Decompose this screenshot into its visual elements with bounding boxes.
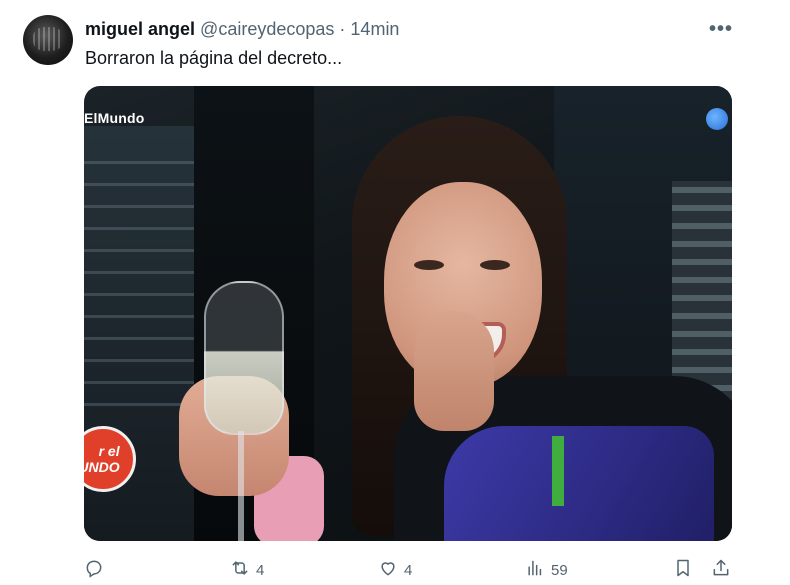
heart-icon — [378, 558, 398, 582]
person-eye — [414, 260, 444, 270]
tweet-header: miguel angel @caireydecopas · 14min — [85, 18, 399, 40]
jacket-stripe — [552, 436, 564, 506]
avatar[interactable] — [23, 15, 73, 65]
separator-dot: · — [339, 19, 346, 39]
bookmark-icon — [673, 558, 693, 582]
share-icon — [711, 558, 731, 582]
person-eye — [480, 260, 510, 270]
person-jacket — [444, 426, 714, 541]
author-name[interactable]: miguel angel — [85, 19, 195, 39]
more-options-icon[interactable]: ••• — [708, 18, 734, 40]
views-button[interactable]: 59 — [525, 558, 568, 582]
reply-button[interactable] — [84, 558, 110, 582]
corner-logo-icon — [706, 108, 728, 130]
share-button[interactable] — [711, 558, 731, 582]
bookmark-button[interactable] — [673, 558, 693, 582]
tweet-time[interactable]: 14min — [350, 19, 399, 39]
author-handle[interactable]: @caireydecopas — [200, 19, 334, 39]
like-button[interactable]: 4 — [378, 558, 412, 582]
person-hand — [414, 311, 494, 431]
city-lights — [84, 146, 194, 406]
retweet-count: 4 — [256, 561, 265, 579]
reply-icon — [84, 558, 104, 582]
wine-glass — [204, 281, 284, 435]
views-icon — [525, 558, 545, 582]
retweet-icon — [230, 558, 250, 582]
tweet[interactable]: miguel angel @caireydecopas · 14min ••• … — [0, 0, 760, 585]
retweet-button[interactable]: 4 — [230, 558, 264, 582]
tweet-actions: 4 4 59 — [84, 558, 734, 582]
like-count: 4 — [404, 561, 413, 579]
channel-logo: ElMundo — [84, 110, 145, 126]
program-logo-text: r el UNDO — [84, 443, 120, 475]
wine-glass-stem — [238, 431, 244, 541]
tweet-text: Borraron la página del decreto... — [85, 48, 343, 68]
views-count: 59 — [551, 561, 568, 579]
tweet-media-video[interactable]: ElMundo r el UNDO — [84, 86, 732, 541]
